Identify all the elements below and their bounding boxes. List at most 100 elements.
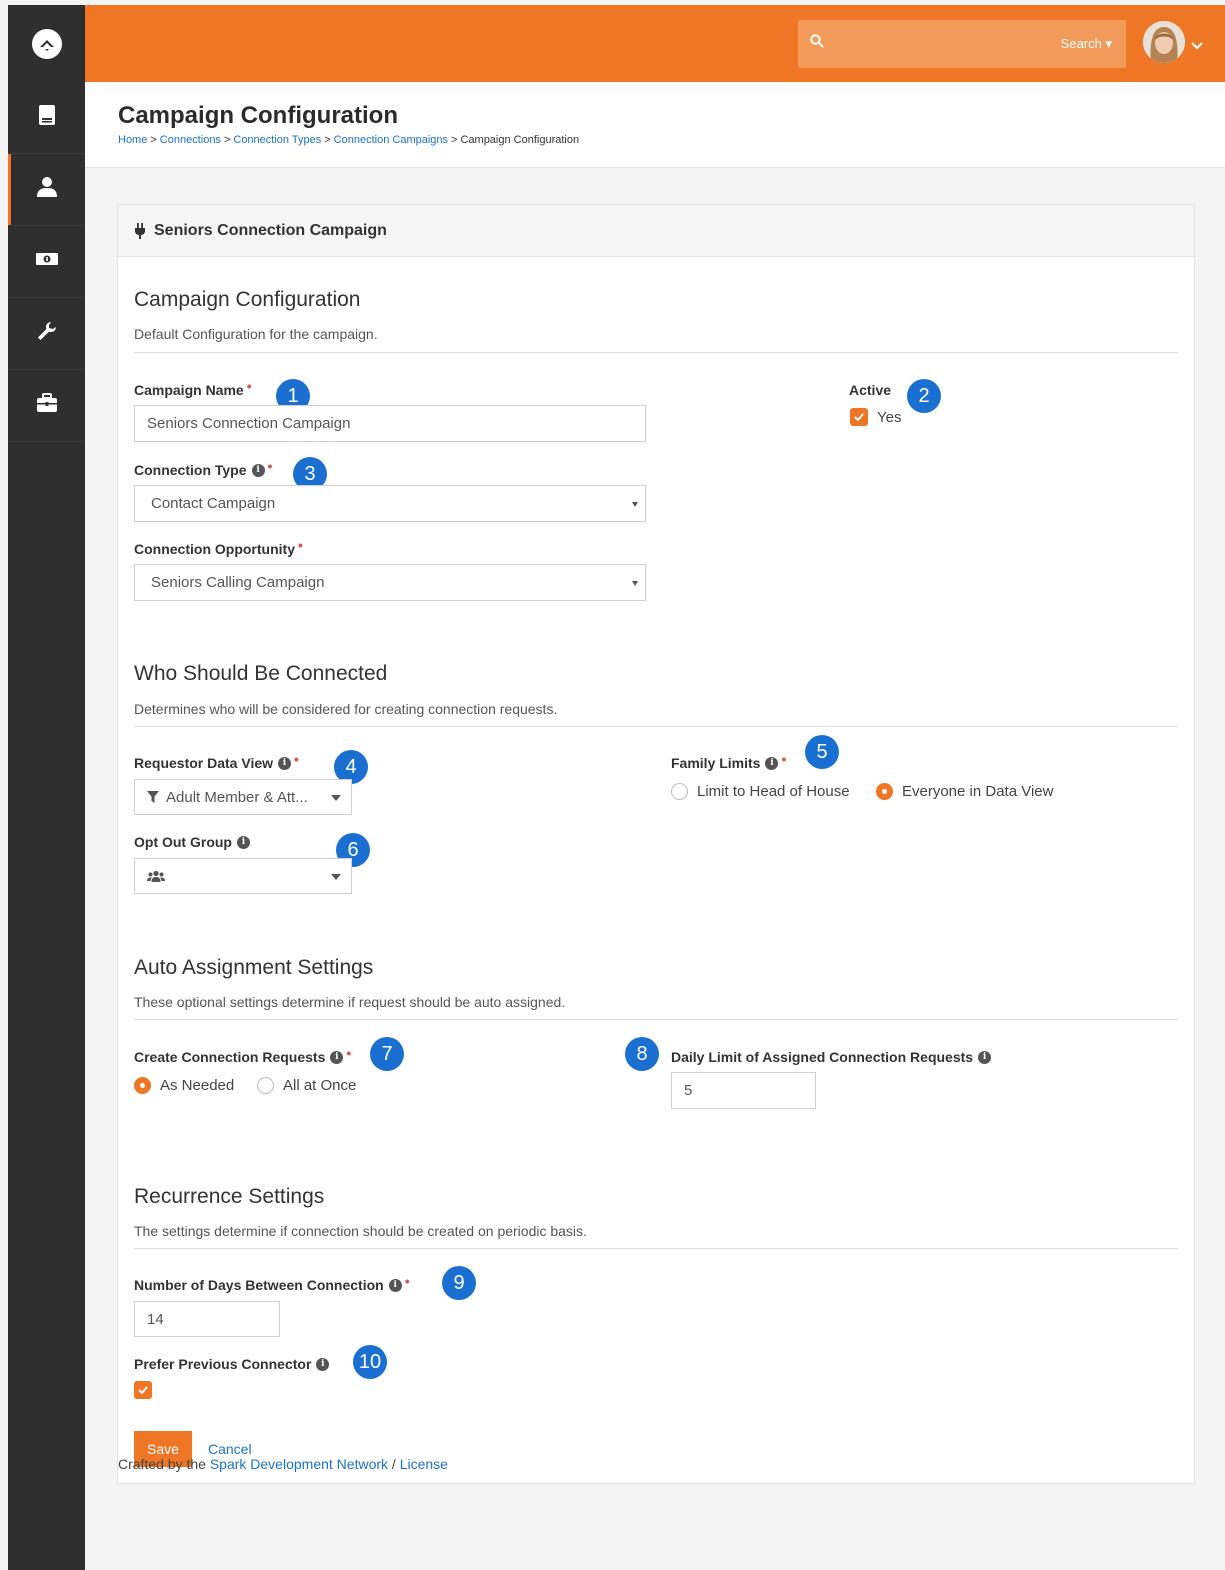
campaign-name-label: Campaign Name • [134, 378, 252, 398]
top-bar: Search ▾ [85, 5, 1225, 82]
sidebar-item-people[interactable] [8, 154, 85, 226]
connection-type-label: Connection Type i • [134, 458, 273, 478]
search-input[interactable]: Search ▾ [798, 20, 1126, 68]
section-title-who: Who Should Be Connected [134, 662, 388, 685]
connection-type-value: Contact Campaign [151, 495, 276, 512]
active-checkbox[interactable]: Yes [850, 408, 901, 426]
section-desc-campaign: Default Configuration for the campaign. [134, 326, 378, 342]
daily-limit-label: Daily Limit of Assigned Connection Reque… [671, 1049, 992, 1065]
breadcrumb-home[interactable]: Home [118, 134, 147, 146]
caret-down-icon [632, 501, 638, 507]
opt-out-group-picker[interactable] [134, 858, 352, 894]
radio-unchecked-icon [257, 1077, 274, 1094]
filter-icon [147, 791, 159, 803]
family-option-everyone-label: Everyone in Data View [902, 783, 1054, 800]
requestor-data-view-value: Adult Member & Att... [166, 788, 308, 806]
connection-opportunity-value: Seniors Calling Campaign [151, 574, 325, 591]
callout-badge-5: 5 [805, 735, 839, 769]
section-desc-auto: These optional settings determine if req… [134, 994, 566, 1010]
prefer-previous-connector-label: Prefer Previous Connector i [134, 1356, 330, 1372]
family-option-head-of-house-label: Limit to Head of House [697, 783, 850, 800]
requestor-data-view-label: Requestor Data View i • [134, 751, 299, 771]
campaign-name-input[interactable]: Seniors Connection Campaign [134, 405, 646, 442]
panel-title: Seniors Connection Campaign [154, 221, 387, 239]
footer-spark-link[interactable]: Spark Development Network [210, 1456, 388, 1472]
cancel-button[interactable]: Cancel [208, 1441, 252, 1457]
breadcrumb-connection-campaigns[interactable]: Connection Campaigns [334, 134, 448, 146]
callout-badge-10: 10 [353, 1345, 387, 1379]
section-desc-recurrence: The settings determine if connection sho… [134, 1223, 587, 1239]
sidebar-item-admin[interactable] [8, 370, 85, 442]
family-option-everyone[interactable]: Everyone in Data View [876, 783, 1053, 800]
footer-license-link[interactable]: License [400, 1456, 448, 1472]
avatar[interactable] [1143, 21, 1185, 63]
days-between-label: Number of Days Between Connection i • [134, 1273, 410, 1293]
section-title-recurrence: Recurrence Settings [134, 1185, 325, 1208]
create-option-all-at-once[interactable]: All at Once [257, 1077, 356, 1094]
sidebar-item-finance[interactable] [8, 226, 85, 298]
sidebar-item-pages[interactable] [8, 82, 85, 154]
book-icon [38, 104, 56, 131]
wrench-icon [36, 320, 58, 347]
rock-logo-icon [31, 28, 62, 59]
caret-down-icon [331, 795, 341, 801]
callout-badge-7: 7 [370, 1037, 404, 1071]
footer-prefix: Crafted by the [118, 1456, 210, 1472]
info-icon: i [978, 1050, 992, 1064]
prefer-previous-connector-checkbox[interactable] [134, 1381, 152, 1399]
plug-icon [134, 222, 146, 239]
info-icon: i [330, 1050, 344, 1064]
divider [134, 1019, 1178, 1020]
campaign-panel: Seniors Connection Campaign Campaign Con… [117, 204, 1195, 1484]
sidebar-item-tools[interactable] [8, 298, 85, 370]
section-title-auto: Auto Assignment Settings [134, 956, 374, 979]
footer-separator: / [388, 1456, 400, 1472]
connection-opportunity-label: Connection Opportunity • [134, 537, 303, 557]
callout-badge-8: 8 [625, 1037, 659, 1071]
days-between-input[interactable]: 14 [134, 1301, 280, 1337]
active-label: Active [849, 382, 892, 398]
divider [134, 1248, 1178, 1249]
info-icon: i [251, 463, 265, 477]
checkbox-checked-icon [134, 1381, 152, 1399]
create-option-as-needed-label: As Needed [160, 1077, 235, 1094]
checkbox-checked-icon [850, 408, 868, 426]
requestor-data-view-picker[interactable]: Adult Member & Att... [134, 779, 352, 815]
radio-checked-icon [134, 1077, 151, 1094]
section-title-campaign: Campaign Configuration [134, 288, 361, 311]
family-option-head-of-house[interactable]: Limit to Head of House [671, 783, 850, 800]
info-icon: i [278, 756, 292, 770]
info-icon: i [388, 1278, 402, 1292]
page-title: Campaign Configuration [118, 102, 398, 129]
caret-down-icon [331, 874, 341, 880]
panel-heading: Seniors Connection Campaign [118, 205, 1194, 257]
breadcrumb-connections[interactable]: Connections [160, 134, 221, 146]
chevron-down-icon[interactable] [1191, 37, 1203, 55]
active-option-label: Yes [877, 408, 902, 426]
breadcrumb-current: Campaign Configuration [460, 134, 580, 146]
divider [134, 352, 1178, 353]
briefcase-icon [36, 393, 58, 418]
info-icon: i [236, 835, 250, 849]
breadcrumb: Home > Connections > Connection Types > Connec… [118, 134, 580, 146]
footer: Crafted by the Spark Development Network… [118, 1456, 448, 1472]
connection-opportunity-select[interactable]: Seniors Calling Campaign [134, 564, 646, 601]
create-connection-requests-label: Create Connection Requests i • [134, 1045, 352, 1065]
money-icon [35, 251, 59, 272]
logo[interactable] [8, 5, 85, 82]
section-desc-who: Determines who will be considered for cr… [134, 701, 558, 717]
person-icon [36, 176, 58, 203]
callout-badge-2: 2 [907, 379, 941, 413]
create-option-as-needed[interactable]: As Needed [134, 1077, 234, 1094]
search-icon [810, 34, 824, 53]
connection-type-select[interactable]: Contact Campaign [134, 485, 646, 522]
group-icon [147, 870, 165, 882]
radio-checked-icon [876, 783, 893, 800]
caret-down-icon [632, 580, 638, 586]
daily-limit-input[interactable]: 5 [671, 1072, 816, 1109]
radio-unchecked-icon [671, 783, 688, 800]
callout-badge-9: 9 [442, 1266, 476, 1300]
create-option-all-at-once-label: All at Once [283, 1077, 357, 1094]
search-type-dropdown[interactable]: Search ▾ [1061, 36, 1112, 52]
breadcrumb-connection-types[interactable]: Connection Types [233, 134, 321, 146]
